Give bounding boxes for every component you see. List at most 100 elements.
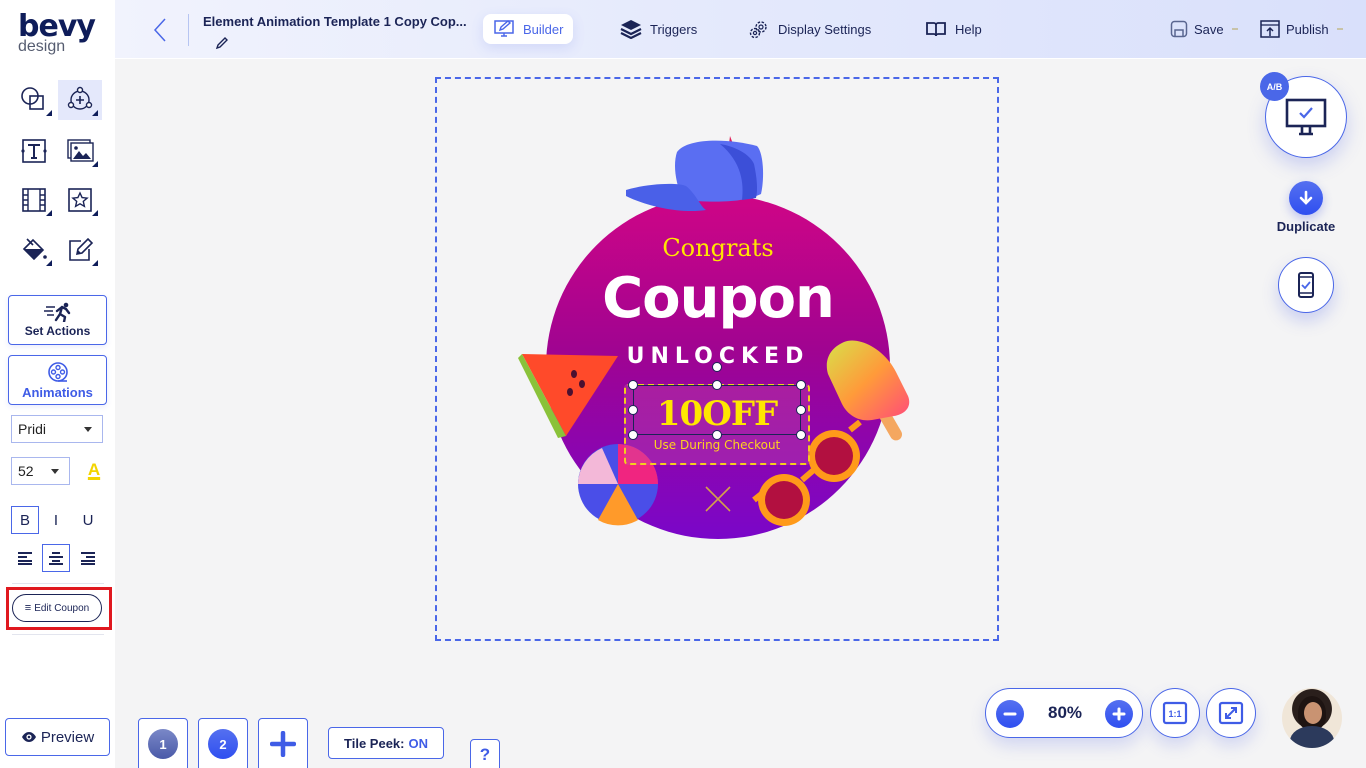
resize-handle-s[interactable] xyxy=(712,430,722,440)
pencil-icon xyxy=(215,37,228,50)
gear-icon xyxy=(749,21,767,39)
align-left-button[interactable] xyxy=(11,544,39,572)
layers-icon xyxy=(620,20,642,39)
tile-peek-label: Tile Peek: xyxy=(344,735,405,751)
edit-coupon-label: Edit Coupon xyxy=(34,602,90,614)
tool-elements[interactable] xyxy=(58,80,102,120)
arrow-down-icon xyxy=(1299,190,1313,205)
add-page-button[interactable] xyxy=(258,718,308,768)
set-actions-label: Set Actions xyxy=(24,324,91,338)
elements-add-icon xyxy=(67,86,93,110)
rename-button[interactable] xyxy=(215,36,229,50)
tool-edit[interactable] xyxy=(58,230,102,270)
tool-shapes[interactable] xyxy=(12,80,56,120)
one-to-one-icon: 1:1 xyxy=(1162,701,1188,725)
save-button[interactable]: Save xyxy=(1170,16,1238,42)
page-tab-1[interactable]: 1 xyxy=(138,718,188,768)
set-actions-button[interactable]: Set Actions xyxy=(8,295,107,345)
popup-close-icon[interactable] xyxy=(703,484,733,514)
zoom-in-button[interactable] xyxy=(1105,700,1133,728)
cap-illustration[interactable] xyxy=(622,132,770,218)
left-sidebar: bevy design Set Actions Animations Pridi… xyxy=(0,0,115,768)
book-icon xyxy=(926,22,946,37)
fit-screen-button[interactable] xyxy=(1206,688,1256,738)
tool-text[interactable] xyxy=(12,131,56,171)
back-button[interactable] xyxy=(149,16,171,44)
duplicate-button[interactable] xyxy=(1289,181,1323,215)
divider xyxy=(12,583,104,584)
resize-handle-se[interactable] xyxy=(796,430,806,440)
align-left-icon xyxy=(18,552,32,565)
tool-image[interactable] xyxy=(58,131,102,171)
align-right-button[interactable] xyxy=(74,544,102,572)
resize-handle-e[interactable] xyxy=(796,405,806,415)
duplicate-label: Duplicate xyxy=(1276,219,1336,234)
project-title: Element Animation Template 1 Copy Cop... xyxy=(203,14,467,29)
caret-down-icon xyxy=(84,427,92,432)
resize-handle-ne[interactable] xyxy=(796,380,806,390)
underline-button[interactable]: U xyxy=(74,506,102,534)
font-family-select[interactable]: Pridi xyxy=(11,415,103,443)
submenu-corner-icon xyxy=(46,210,52,216)
avatar-body xyxy=(1290,726,1334,748)
tab-builder[interactable]: Builder xyxy=(483,14,574,44)
coupon-heading[interactable]: Coupon xyxy=(546,266,890,331)
tab-display-settings-label: Display Settings xyxy=(778,21,872,37)
avatar-face xyxy=(1304,702,1322,724)
film-icon xyxy=(22,188,46,212)
italic-button[interactable]: I xyxy=(42,506,70,534)
zoom-out-button[interactable] xyxy=(996,700,1024,728)
tool-icons[interactable] xyxy=(58,180,102,220)
mobile-check-icon xyxy=(1298,272,1314,298)
mobile-view-button[interactable] xyxy=(1278,257,1334,313)
selection-box xyxy=(633,385,801,435)
preview-button[interactable]: Preview xyxy=(5,718,110,756)
tab-display-settings[interactable]: Display Settings xyxy=(738,14,881,44)
edit-coupon-button[interactable]: ≡ Edit Coupon xyxy=(12,594,102,622)
rotate-handle[interactable] xyxy=(712,362,722,372)
tab-help[interactable]: Help xyxy=(915,14,992,44)
caret-down-icon xyxy=(51,469,59,474)
user-avatar[interactable] xyxy=(1282,688,1342,748)
star-icon xyxy=(68,188,92,212)
align-center-button[interactable] xyxy=(42,544,70,572)
bevy-logo[interactable]: bevy design xyxy=(18,12,96,55)
ab-test-badge[interactable]: A/B xyxy=(1260,72,1289,101)
submenu-corner-icon xyxy=(92,260,98,266)
shapes-icon xyxy=(21,87,44,110)
help-button[interactable]: ? xyxy=(470,739,500,768)
font-size-value: 52 xyxy=(18,463,34,479)
tile-peek-toggle[interactable]: Tile Peek: ON xyxy=(328,727,444,759)
publish-dropdown-icon[interactable] xyxy=(1336,28,1343,30)
resize-handle-n[interactable] xyxy=(712,380,722,390)
running-person-icon xyxy=(43,302,70,322)
coupon-instruction-text[interactable]: Use During Checkout xyxy=(624,438,810,452)
save-dropdown-icon[interactable] xyxy=(1231,28,1238,30)
congrats-text[interactable]: Congrats xyxy=(546,234,890,262)
tab-triggers[interactable]: Triggers xyxy=(610,14,707,44)
tool-video[interactable] xyxy=(12,180,56,220)
plus-icon xyxy=(1112,707,1126,721)
paint-bucket-icon xyxy=(22,238,47,261)
submenu-corner-icon xyxy=(46,260,52,266)
font-size-select[interactable]: 52 xyxy=(11,457,70,485)
submenu-corner-icon xyxy=(92,110,98,116)
tool-fill[interactable] xyxy=(12,230,56,270)
publish-button[interactable]: Publish xyxy=(1260,16,1343,42)
resize-handle-sw[interactable] xyxy=(628,430,638,440)
zoom-control: 80% xyxy=(985,688,1143,738)
resize-handle-nw[interactable] xyxy=(628,380,638,390)
text-icon xyxy=(21,139,47,163)
edit-pencil-icon xyxy=(69,237,94,261)
page-tab-2[interactable]: 2 xyxy=(198,718,248,768)
resize-handle-w[interactable] xyxy=(628,405,638,415)
divider xyxy=(12,634,104,635)
tab-triggers-label: Triggers xyxy=(650,21,698,37)
save-label: Save xyxy=(1194,21,1224,37)
actual-size-button[interactable]: 1:1 xyxy=(1150,688,1200,738)
text-color-button[interactable]: A xyxy=(82,460,106,482)
animations-button[interactable]: Animations xyxy=(8,355,107,405)
builder-icon xyxy=(494,20,514,37)
submenu-corner-icon xyxy=(92,210,98,216)
bold-button[interactable]: B xyxy=(11,506,39,534)
